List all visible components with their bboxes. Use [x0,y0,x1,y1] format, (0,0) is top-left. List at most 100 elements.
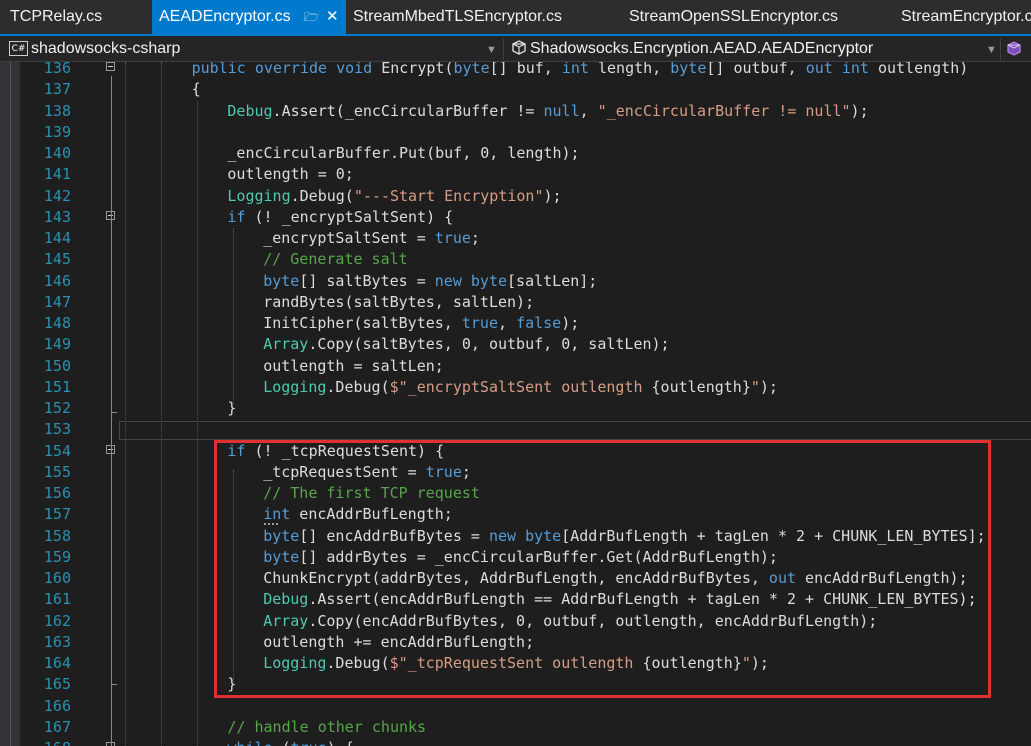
outlining-line [111,224,112,418]
code-line[interactable]: 139 [0,122,1031,143]
line-number: 154 [43,441,71,460]
code-token: // handle other chunks [227,717,427,736]
outlining-end [111,684,117,685]
code-text: outlength = saltLen; [263,356,444,377]
code-line[interactable]: 146 byte[] saltBytes = new byte[saltLen]; [0,271,1031,292]
code-line[interactable]: 145 // Generate salt [0,249,1031,270]
class-icon [509,37,527,61]
line-number: 136 [43,62,71,77]
code-token: $"_encryptSaltSent outlength [389,377,652,396]
code-line[interactable]: 151 Logging.Debug($"_encryptSaltSent outl… [0,377,1031,398]
code-token: Encrypt( [372,62,454,77]
type-name: Shadowsocks.Encryption.AEAD.AEADEncrypto… [530,40,874,57]
code-token: ; [470,229,480,247]
code-text: } [227,398,236,419]
chevron-down-icon: ▼ [486,44,497,56]
code-token: [] saltBytes = [299,271,435,290]
method-icon [1005,37,1023,61]
code-text: outlength = 0; [227,164,353,185]
code-line[interactable]: 167 // handle other chunks [0,717,1031,738]
code-line[interactable]: 142 Logging.Debug("---Start Encryption"); [0,186,1031,207]
line-number: 163 [43,632,71,651]
indent-guide [233,228,234,404]
line-number: 148 [43,314,71,332]
member-dropdown[interactable] [1001,37,1031,61]
code-text: InitCipher(saltBytes, true, false); [263,313,579,334]
line-number: 149 [43,335,71,354]
line-number: 152 [43,399,71,417]
code-token: out [805,62,833,77]
code-token: } [227,399,237,417]
code-text: // handle other chunks [227,717,426,738]
code-line[interactable]: 152} [0,398,1031,419]
code-token: _encCircularBuffer.Put(buf, 0, length); [227,144,580,162]
code-line[interactable]: 168 while (true) { [0,738,1031,746]
code-token: InitCipher(saltBytes, [263,314,462,332]
outlining-end [111,412,117,413]
code-token: new [434,271,462,290]
code-editor[interactable]: 136 public override void Encrypt(byte[] b… [0,62,1031,746]
code-token: randBytes(saltBytes, saltLen); [263,292,535,311]
close-icon[interactable]: ✕ [326,0,339,34]
code-token: public [191,62,246,77]
pin-icon[interactable]: 🗁 [304,0,319,34]
project-dropdown[interactable]: C# shadowsocks-csharp ▼ [0,37,503,61]
code-line[interactable]: 141 outlength = 0; [0,164,1031,185]
line-number: 138 [43,101,71,120]
tab-streamencryptor[interactable]: StreamEncryptor.cs [894,0,1031,34]
code-token: (! _encryptSaltSent) { [245,207,454,226]
code-token: true [461,314,498,332]
code-line[interactable]: 143 if (! _encryptSaltSent) { [0,207,1031,228]
code-line[interactable]: 149 Array.Copy(saltBytes, 0, outbuf, 0, s… [0,334,1031,355]
code-token: override [254,62,328,77]
code-line[interactable]: 150 outlength = saltLen; [0,356,1031,377]
tab-streamopensslencryptor[interactable]: StreamOpenSSLEncryptor.cs [622,0,892,34]
code-token: .Debug( [326,377,390,396]
tab-label: StreamOpenSSLEncryptor.cs [629,8,838,25]
code-line[interactable]: 166 [0,696,1031,717]
code-text: Logging.Debug("---Start Encryption"); [227,186,561,207]
code-token: null [543,101,580,120]
code-text: // Generate salt [263,249,408,270]
chevron-down-icon: ▼ [986,44,997,56]
code-text: _encCircularBuffer.Put(buf, 0, length); [227,143,579,164]
indent-guide [125,62,126,746]
code-line[interactable]: 138 Debug.Assert(_encCircularBuffer != nu… [0,101,1031,122]
code-token: Debug [227,101,273,120]
code-line[interactable]: 136 public override void Encrypt(byte[] b… [0,62,1031,79]
line-number: 159 [43,547,71,566]
line-number: 141 [43,165,71,184]
tab-tcprelay[interactable]: TCPRelay.cs [0,0,150,34]
line-number: 165 [43,675,71,694]
code-line[interactable]: 144 _encryptSaltSent = true; [0,228,1031,249]
code-line[interactable]: 140 _encCircularBuffer.Put(buf, 0, length… [0,143,1031,164]
code-line[interactable]: 148 InitCipher(saltBytes, true, false); [0,313,1031,334]
code-text: byte[] saltBytes = new byte[saltLen]; [263,271,597,292]
current-line-highlight [119,421,1031,440]
tab-streammbedtlsencryptor[interactable]: StreamMbedTLSEncryptor.cs [346,0,616,34]
line-number: 155 [43,462,71,481]
code-token: byte [470,271,508,290]
project-name: shadowsocks-csharp [31,40,181,57]
code-token: _encryptSaltSent = [263,229,435,247]
code-token: true [434,229,471,247]
code-token: byte [670,62,707,77]
line-number: 166 [43,696,71,715]
code-token: ); [759,377,778,396]
code-line[interactable]: 147 randBytes(saltBytes, saltLen); [0,292,1031,313]
code-token: while [227,739,272,746]
collapse-icon[interactable] [106,62,115,71]
code-token: " [750,377,760,396]
tab-aeadencryptor[interactable]: AEADEncryptor.cs 🗁 ✕ [152,0,346,34]
code-token: Array [263,335,309,354]
line-number: 146 [43,271,71,290]
type-dropdown[interactable]: Shadowsocks.Encryption.AEAD.AEADEncrypto… [504,37,1000,61]
line-number: 156 [43,484,71,502]
code-token: outlength = saltLen; [263,356,444,375]
code-text: if (! _encryptSaltSent) { [227,207,453,228]
code-token: int [561,62,589,77]
code-line[interactable]: 137 { [0,79,1031,100]
